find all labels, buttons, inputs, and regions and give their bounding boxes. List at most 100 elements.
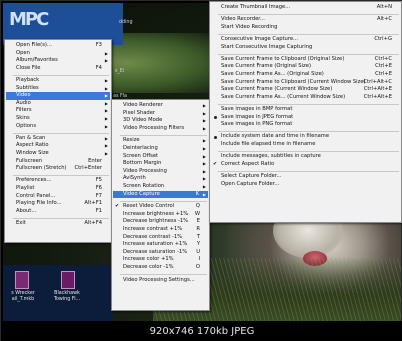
video-menu-item-bottom-margin[interactable]: Bottom Margin ▶ [113, 160, 208, 168]
video-menu-item-video-processing[interactable]: Video Processing ▶ [113, 168, 208, 176]
menu-item-shortcut: Ctrl+E [375, 71, 392, 77]
submenu-arrow-icon: ▶ [104, 143, 108, 149]
menu-item-window-size[interactable]: Window Size ▶ [6, 150, 110, 158]
menu-item-label: Subtitles [16, 84, 39, 91]
menu-separator [13, 132, 109, 134]
capture-menu-item-save-current-frame-original-size[interactable]: Save Current Frame (Original Size) Ctrl+E [211, 63, 400, 71]
video-menu-item-deinterlacing[interactable]: Deinterlacing ▶ [113, 145, 208, 153]
menu-item-about[interactable]: About... F1 [6, 208, 110, 216]
capture-menu-item-include-file-elapsed-time-in-filename[interactable]: Include file elapsed time in filename [211, 141, 400, 149]
capture-menu-item-create-thumbnail-image[interactable]: Create Thumbnail Image... Alt+N [211, 4, 400, 12]
video-menu-item-decrease-brightness-1[interactable]: Decrease brightness -1% E [113, 218, 208, 226]
capture-menu-item-video-recorder[interactable]: Video Recorder... Alt+C [211, 16, 400, 24]
file-caption-line: Towing Fi... [53, 296, 81, 302]
video-menu-item-reset-video-control[interactable]: ✔ Reset Video Control Q [113, 203, 208, 211]
capture-menu-item-start-consecutive-image-capturing[interactable]: Start Consecutive Image Capturing [211, 44, 400, 52]
menu-item-playlist[interactable]: Playlist F6 [6, 185, 110, 193]
capture-menu-item-start-video-recording[interactable]: Start Video Recording [211, 24, 400, 32]
video-menu-item-increase-saturation-1[interactable]: Increase saturation +1% Y [113, 241, 208, 249]
menu-item-label: Resize [123, 137, 140, 144]
menu-item-close-file[interactable]: Close File F4 [6, 65, 110, 73]
capture-menu-item-consecutive-image-capture[interactable]: Consecutive Image Capture... Ctrl+G [211, 36, 400, 44]
video-menu-item-avisynth[interactable]: AviSynth ▶ [113, 175, 208, 183]
menu-separator [218, 53, 399, 55]
video-menu-item-3d-video-mode[interactable]: 3D Video Mode ▶ [113, 117, 208, 125]
menu-item-fullscreen[interactable]: Fullscreen Enter [6, 158, 110, 166]
menu-item-label: Screen Rotation [123, 183, 165, 189]
menu-item-open-file-s[interactable]: Open File(s)... F3 [6, 42, 110, 50]
capture-menu-item-correct-aspect-ratio[interactable]: ✔ Correct Aspect Ratio [211, 161, 400, 169]
menu-item-label: Save images in PNG format [221, 121, 293, 128]
submenu-arrow-icon: ▶ [202, 146, 206, 151]
menu-item-playback[interactable]: Playback ▶ [6, 77, 110, 85]
menu-item-pan-scan[interactable]: Pan & Scan ▶ [6, 135, 110, 143]
submenu-arrow-icon: ▶ [202, 138, 206, 144]
video-menu-item-video-capture[interactable]: Video Capture K ▶ [113, 190, 208, 199]
video-menu-item-decrease-contrast-1[interactable]: Decrease contrast -1% T [113, 234, 208, 242]
menu-item-control-panel[interactable]: Control Panel... F7 [6, 193, 110, 201]
menu-item-label: Save images in JPEG format [221, 113, 294, 120]
menu-item-label: Decrease contrast -1% [123, 233, 183, 240]
video-menu-item-increase-contrast-1[interactable]: Increase contrast +1% R [113, 226, 208, 234]
menu-separator [218, 170, 399, 172]
capture-menu-item-save-images-in-jpeg-format[interactable]: Save images in JPEG format [211, 114, 400, 122]
menu-item-exit[interactable]: Exit Alt+F4 [6, 220, 110, 228]
menu-item-audio[interactable]: Audio ▶ [6, 100, 110, 108]
menu-item-options[interactable]: Options ▶ [6, 123, 110, 131]
capture-menu-item-save-current-frame-to-clipboard-current-window-size[interactable]: Save Current Frame to Clipboard (Current… [211, 79, 400, 87]
capture-menu-item-save-current-frame-to-clipboard-original-size[interactable]: Save Current Frame to Clipboard (Origina… [211, 56, 400, 64]
video-menu-item-decrease-saturation-1[interactable]: Decrease saturation -1% U [113, 249, 208, 257]
video-menu-item-video-processing-settings[interactable]: Video Processing Settings... [113, 277, 208, 285]
menu-item-label: Increase saturation +1% [123, 241, 188, 248]
menu-item-label: Video Processing Settings... [123, 276, 195, 283]
menu-item-subtitles[interactable]: Subtitles ▶ [6, 85, 110, 93]
video-menu-item-screen-rotation[interactable]: Screen Rotation ▶ [113, 183, 208, 191]
video-menu-item-increase-brightness-1[interactable]: Increase brightness +1% W [113, 211, 208, 219]
capture-menu-item-save-images-in-bmp-format[interactable]: Save images in BMP format [211, 106, 400, 114]
submenu-video: Video Renderer ▶ Pixel Shader ▶ 3D Video Mod… [111, 99, 210, 311]
video-menu-item-decrease-color-1[interactable]: Decrease color -1% O [113, 264, 208, 272]
media-file-icon[interactable] [15, 271, 29, 289]
menu-separator [218, 103, 399, 105]
capture-menu-item-open-capture-folder[interactable]: Open Capture Folder... [211, 181, 400, 189]
capture-menu-item-include-system-date-and-time-in-filename[interactable]: Include system date and time in filename [211, 133, 400, 141]
capture-menu-item-save-current-frame-as-current-window-size[interactable]: Save Current Frame As... (Current Window… [211, 94, 400, 102]
video-menu-item-screen-offset[interactable]: Screen Offset ▶ [113, 153, 208, 161]
video-menu-item-increase-color-1[interactable]: Increase color +1% I [113, 256, 208, 264]
menu-separator [120, 274, 207, 276]
menu-item-album-favorites[interactable]: Album/Favorites ▶ [6, 57, 110, 65]
menu-item-open[interactable]: Open ▶ [6, 50, 110, 58]
capture-menu-item-include-messages-subtitles-in-capture[interactable]: Include messages, subtitles in capture [211, 153, 400, 161]
submenu-arrow-icon: ▶ [104, 85, 108, 91]
capture-menu-item-save-current-frame-as-original-size[interactable]: Save Current Frame As... (Original Size)… [211, 71, 400, 79]
mpc-logo: MPC [9, 9, 49, 30]
menu-item-aspect-ratio[interactable]: Aspect Ratio ▶ [6, 142, 110, 150]
menu-item-skins[interactable]: Skins ▶ [6, 115, 110, 123]
menu-item-filters[interactable]: Filters ▶ [6, 107, 110, 115]
video-menu-item-video-renderer[interactable]: Video Renderer ▶ [113, 102, 208, 110]
menu-item-shortcut: Ctrl+Alt+E [363, 86, 392, 93]
menu-item-label: Correct Aspect Ratio [221, 160, 275, 167]
submenu-arrow-icon: ▶ [104, 93, 108, 99]
media-file-icon[interactable] [61, 271, 75, 289]
menu-item-label: Include system date and time in filename [221, 133, 330, 140]
video-menu-item-resize[interactable]: Resize ▶ [113, 137, 208, 145]
menu-separator [120, 200, 207, 202]
menu-item-shortcut: Alt+C [377, 16, 392, 23]
video-menu-item-pixel-shader[interactable]: Pixel Shader ▶ [113, 110, 208, 118]
submenu-arrow-icon: ▶ [202, 153, 206, 159]
menu-item-video[interactable]: Video ▶ [6, 92, 110, 100]
capture-menu-item-save-images-in-png-format[interactable]: Save images in PNG format [211, 121, 400, 129]
capture-menu-item-select-capture-folder[interactable]: Select Capture Folder... [211, 173, 400, 181]
menu-item-playing-file-info[interactable]: Playing File Info... Alt+F1 [6, 200, 110, 208]
menu-item-preferences[interactable]: Preferences... F5 [6, 177, 110, 185]
menu-item-fullscreen-stretch[interactable]: Fullscreen (Stretch) Ctrl+Enter [6, 165, 110, 173]
menu-item-shortcut: Ctrl+Enter [74, 165, 102, 172]
menu-item-shortcut: Ctrl+Alt+C [363, 78, 392, 85]
menu-separator [13, 217, 109, 219]
capture-menu-item-save-current-frame-current-window-size[interactable]: Save Current Frame (Current Window Size)… [211, 86, 400, 94]
video-menu-item-video-processing-filters[interactable]: Video Processing Filters ▶ [113, 125, 208, 133]
menu-item-shortcut: Ctrl+G [374, 36, 392, 42]
menu-item-label: Video Capture [123, 190, 160, 197]
menu-item-label: Open Capture Folder... [221, 180, 280, 187]
